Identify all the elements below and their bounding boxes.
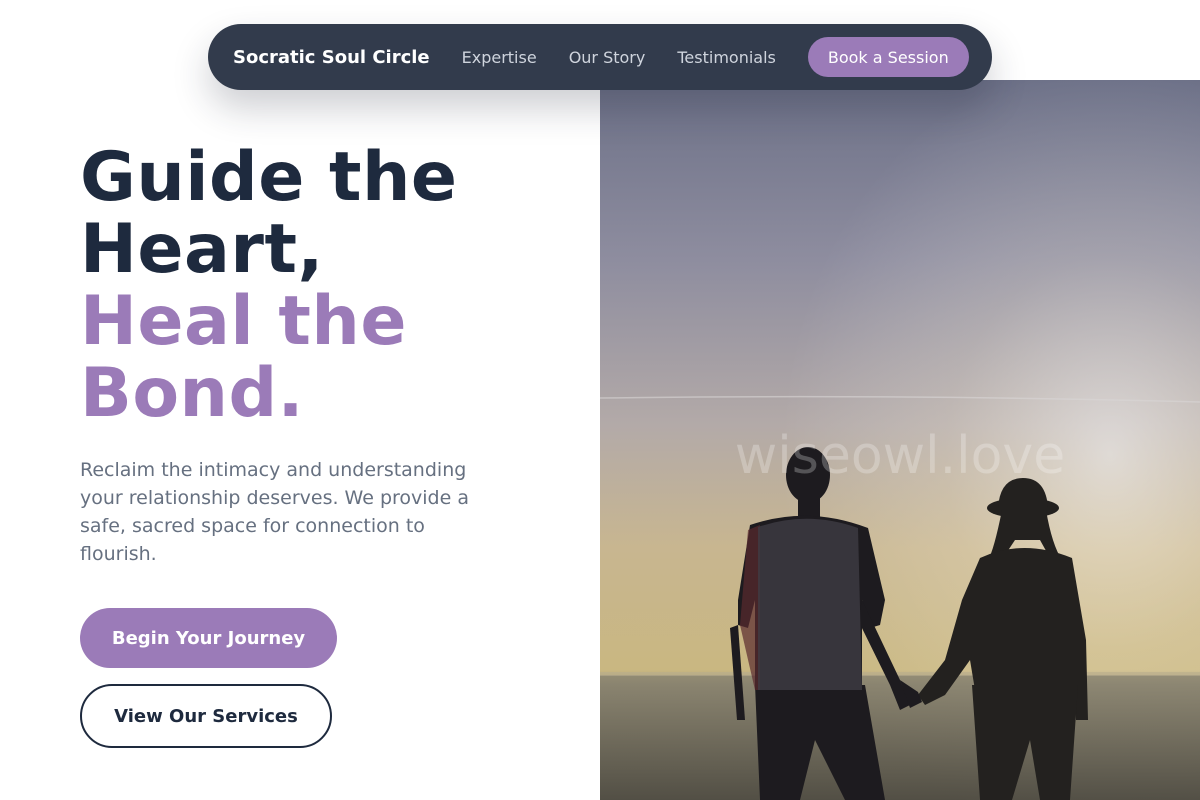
page: wiseowl.love Socratic Soul Circle Expert… xyxy=(0,0,1200,800)
hero-image: wiseowl.love xyxy=(600,80,1200,800)
book-session-button[interactable]: Book a Session xyxy=(807,37,969,77)
watermark-text: wiseowl.love xyxy=(735,426,1065,486)
view-services-button[interactable]: View Our Services xyxy=(80,684,332,748)
nav-link-our-story[interactable]: Our Story xyxy=(569,48,646,67)
headline-line-2: Heart, xyxy=(80,210,324,289)
nav-link-testimonials[interactable]: Testimonials xyxy=(677,48,776,67)
nav-link-expertise[interactable]: Expertise xyxy=(462,48,537,67)
hero-headline: Guide the Heart, Heal the Bond. xyxy=(80,142,600,430)
hero-lead-text: Reclaim the intimacy and understanding y… xyxy=(80,459,469,565)
brand-logo-text[interactable]: Socratic Soul Circle xyxy=(233,47,430,68)
headline-line-1: Guide the xyxy=(80,138,458,217)
headline-line-4: Bond. xyxy=(80,354,304,433)
couple-sunset-photo: wiseowl.love xyxy=(600,80,1200,800)
begin-journey-button[interactable]: Begin Your Journey xyxy=(80,608,337,668)
headline-line-3: Heal the xyxy=(80,282,407,361)
top-navbar: Socratic Soul Circle Expertise Our Story… xyxy=(208,24,992,90)
